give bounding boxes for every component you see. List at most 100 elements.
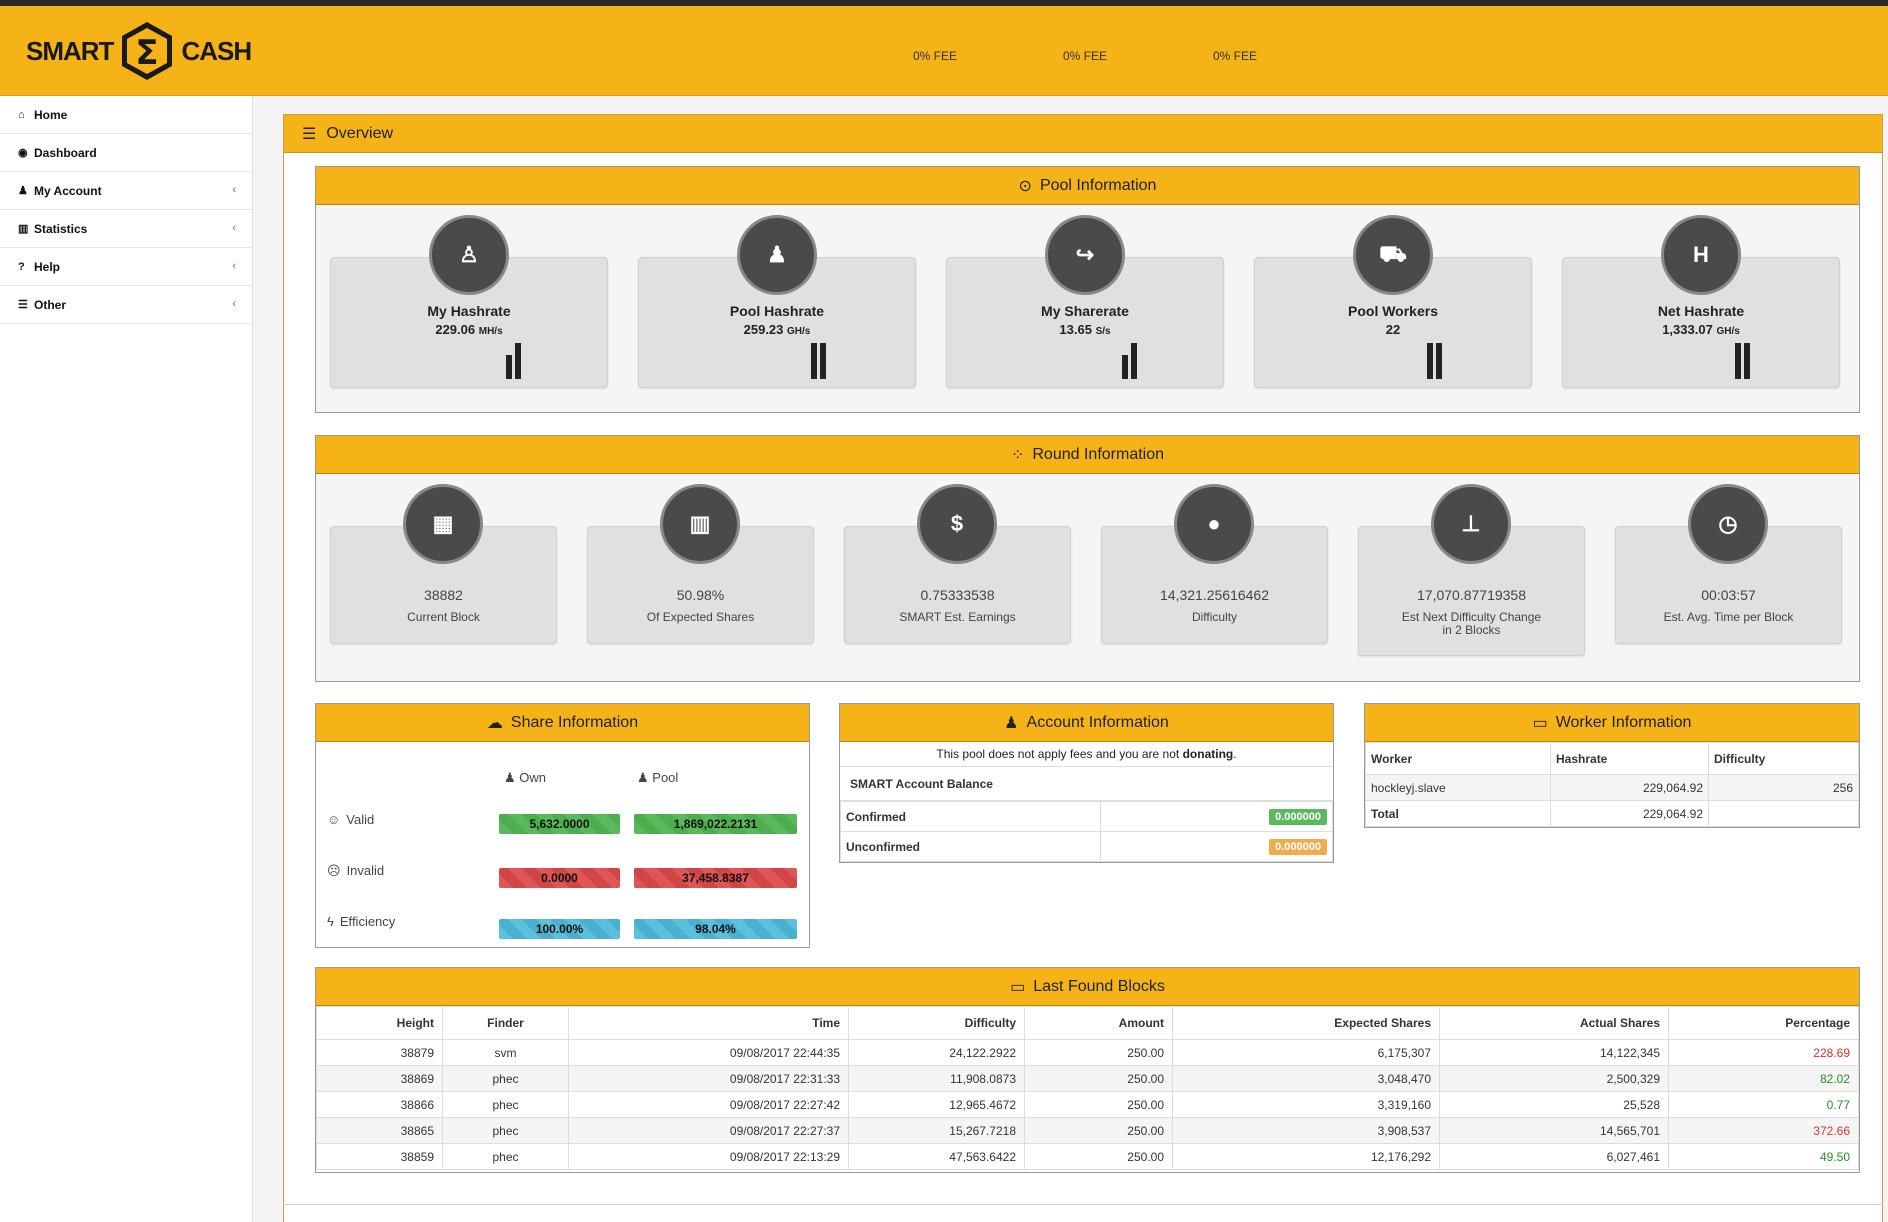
logo-sigma-icon: Σ	[122, 22, 173, 80]
spinner-icon: ⁘	[1010, 446, 1025, 464]
account-info-header: ♟ Account Information	[840, 704, 1333, 742]
col-own-label: Own	[519, 770, 547, 785]
blocks-col-header[interactable]: Height	[316, 1006, 443, 1040]
confirmed-badge: 0.000000	[1269, 808, 1327, 825]
logo[interactable]: SMART Σ CASH	[26, 20, 252, 82]
blocks-col-header[interactable]: Amount	[1024, 1006, 1173, 1040]
blocks-cell: 49.50	[1668, 1143, 1859, 1170]
sidebar: ⌂ Home ◉ Dashboard ♟ My Account ‹ ▥ Statistics ‹?…	[0, 96, 253, 1222]
blocks-cell: 12,965.4672	[848, 1091, 1025, 1118]
blocks-header-row: Height Finder Time Difficulty Amount Expected…	[316, 1006, 1859, 1040]
users-icon: ♟	[737, 215, 817, 295]
pool-tile-number: 229.06	[435, 322, 476, 337]
sidebar-item-label: Other	[34, 297, 67, 312]
pool-tile-unit: MH/s	[478, 326, 503, 337]
pool-tile-number: 1,333.07	[1662, 322, 1713, 337]
round-tile-label: Difficulty	[1191, 610, 1238, 624]
share-row-label: ☹ Invalid	[327, 863, 384, 879]
share-icon: ↪	[1045, 215, 1125, 295]
blocks-cell: 09/08/2017 22:44:35	[568, 1039, 849, 1066]
unconfirmed-label: Unconfirmed	[840, 831, 1101, 862]
blocks-cell: 24,122.2922	[848, 1039, 1025, 1066]
blocks-col-header[interactable]: Time	[568, 1006, 849, 1040]
blocks-cell: 09/08/2017 22:27:42	[568, 1091, 849, 1118]
unconfirmed-badge: 0.000000	[1269, 838, 1327, 855]
blocks-col-header[interactable]: Actual Shares	[1439, 1006, 1669, 1040]
overview-header[interactable]: ☰ Overview	[284, 115, 1882, 153]
balance-heading: SMART Account Balance	[840, 767, 1333, 801]
pool-info-title: Pool Information	[1039, 176, 1157, 194]
blocks-cell: 09/08/2017 22:13:29	[568, 1143, 849, 1170]
pool-tile-unit: GH/s	[1716, 326, 1740, 337]
sidebar-item-dashboard[interactable]: ◉ Dashboard	[0, 134, 252, 172]
user-icon: ♟	[504, 770, 516, 785]
smile-icon: ☺	[327, 812, 341, 827]
pool-tile-number: 259.23	[743, 322, 784, 337]
pool-tile-number: 22	[1385, 322, 1401, 337]
bar-chart-icon: ▥	[660, 484, 740, 564]
col-pool-header: ♟ Pool	[637, 770, 678, 786]
bar-chart-icon: ▥	[18, 223, 29, 235]
clock-icon: ◷	[1688, 484, 1768, 564]
pool-tile-value: 229.06 MH/s	[331, 322, 607, 337]
user-money-icon: ♟	[18, 185, 28, 197]
sidebar-item-help[interactable]: ? Help ‹	[0, 248, 252, 286]
last-blocks-header: ▭ Last Found Blocks	[316, 968, 1859, 1006]
total-label: Total	[1365, 800, 1551, 827]
sparkline	[1735, 343, 1750, 379]
blocks-cell: 38869	[316, 1065, 443, 1092]
own-value: 5,632.0000	[499, 814, 620, 834]
pool-info-header: ⊙ Pool Information	[316, 167, 1859, 205]
share-info-panel: ☁ Share Information ♟ Own ♟ Pool ☺ Valid 5…	[315, 703, 810, 948]
share-info-header: ☁ Share Information	[316, 704, 809, 742]
blocks-col-header[interactable]: Expected Shares	[1172, 1006, 1440, 1040]
blocks-cell: 09/08/2017 22:27:37	[568, 1117, 849, 1144]
table-row: 38865 phec 09/08/2017 22:27:37 15,267.7218 2…	[316, 1117, 1859, 1144]
sidebar-item-statistics[interactable]: ▥ Statistics ‹	[0, 210, 252, 248]
round-tile-label: Est Next Difficulty Change in 2 Blocks	[1401, 610, 1542, 637]
pool-tile-unit: GH/s	[787, 326, 811, 337]
worker-difficulty: 256	[1708, 774, 1859, 801]
share-row-valid: ☺ Valid 5,632.0000 1,869,022.2131	[316, 810, 809, 840]
blocks-cell: 47,563.6422	[848, 1143, 1025, 1170]
sidebar-item-other[interactable]: ☰ Other ‹	[0, 286, 252, 324]
sidebar-item-home[interactable]: ⌂ Home	[0, 96, 252, 134]
round-info-title: Round Information	[1032, 445, 1165, 463]
table-row: 38869 phec 09/08/2017 22:31:33 11,908.0873 2…	[316, 1065, 1859, 1092]
pool-info-panel: ⊙ Pool Information My Hashrate 229.06 MH/…	[315, 166, 1860, 413]
round-tile-label: Current Block	[407, 610, 480, 624]
share-row-label: ϟ Efficiency	[327, 914, 395, 929]
col-own-header: ♟ Own	[504, 770, 546, 786]
dot-circle-icon: ⊙	[1018, 177, 1032, 195]
blocks-cell: 250.00	[1024, 1039, 1173, 1066]
donation-notice: This pool does not apply fees and you ar…	[840, 742, 1333, 767]
chevron-left-icon: ‹	[232, 222, 236, 234]
worker-name: hockleyj.slave	[1365, 774, 1551, 801]
notice-suffix: .	[1233, 747, 1237, 761]
blocks-col-header[interactable]: Finder	[442, 1006, 569, 1040]
col-pool-label: Pool	[652, 770, 679, 785]
map-marker-icon: ●	[1174, 484, 1254, 564]
sparkline-bar	[1122, 355, 1128, 379]
blocks-cell: 3,908,537	[1172, 1117, 1440, 1144]
male-icon: ♙	[429, 215, 509, 295]
blocks-col-header[interactable]: Percentage	[1668, 1006, 1859, 1040]
sparkline	[506, 343, 521, 379]
hashrate-col-header: Hashrate	[1550, 742, 1709, 775]
sidebar-item-my-account[interactable]: ♟ My Account ‹	[0, 172, 252, 210]
sitemap-icon: ⊥	[1431, 484, 1511, 564]
blocks-cell: phec	[442, 1143, 569, 1170]
chevron-left-icon: ‹	[232, 260, 236, 272]
question-icon: ?	[18, 260, 25, 273]
share-info-title: Share Information	[510, 713, 639, 731]
desktop-icon: ▭	[1010, 978, 1026, 996]
sidebar-item-label: Dashboard	[34, 145, 97, 160]
blocks-col-header[interactable]: Difficulty	[848, 1006, 1025, 1040]
th-large-icon: ▦	[403, 484, 483, 564]
blocks-cell: 3,319,160	[1172, 1091, 1440, 1118]
table-row: 38866 phec 09/08/2017 22:27:42 12,965.4672 2…	[316, 1091, 1859, 1118]
pool-tile-unit: S/s	[1095, 326, 1111, 337]
share-row-label: ☺ Valid	[327, 812, 374, 827]
fee-label-1: 0% FEE	[913, 49, 958, 63]
blocks-table: Height Finder Time Difficulty Amount Expected…	[316, 1006, 1859, 1170]
